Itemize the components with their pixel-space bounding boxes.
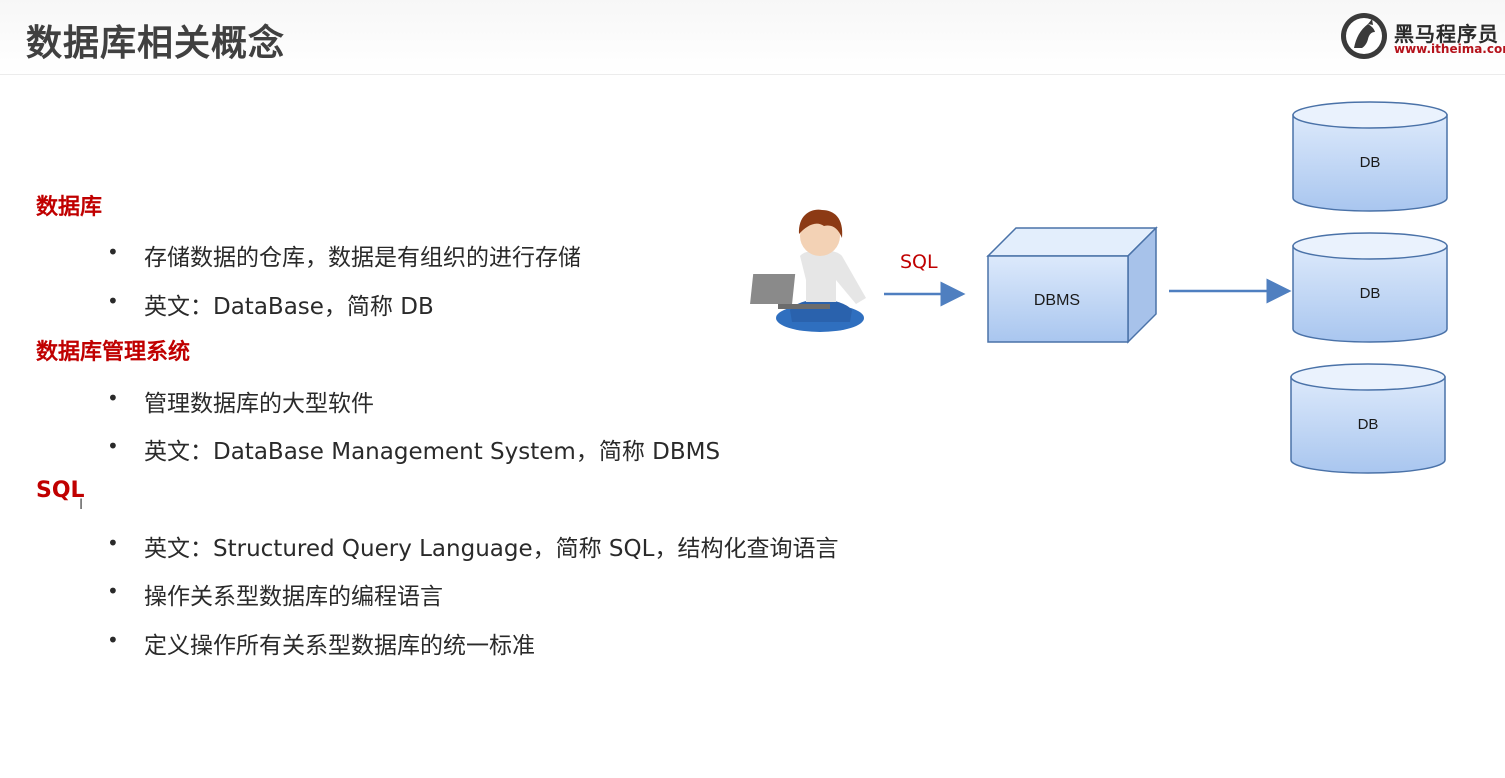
dbms-box <box>986 226 1158 344</box>
bullet-text: 存储数据的仓库，数据是有组织的进行存储 <box>144 245 581 271</box>
bullet-text: 英文：Structured Query Language，简称 SQL，结构化查… <box>144 536 839 562</box>
bullet-text: 操作关系型数据库的编程语言 <box>144 584 443 610</box>
logo-horse-icon <box>1341 13 1387 59</box>
sql-arrow-label: SQL <box>900 251 938 273</box>
bullet-icon: • <box>107 434 119 458</box>
db-cylinder <box>1292 101 1448 212</box>
bullet-text: 定义操作所有关系型数据库的统一标准 <box>144 633 535 659</box>
bullet-icon: • <box>107 289 119 313</box>
bullet-icon: • <box>107 628 119 652</box>
bullet-text: 管理数据库的大型软件 <box>144 391 374 417</box>
text-cursor-icon: I <box>79 497 84 513</box>
bullet-icon: • <box>107 579 119 603</box>
heading-dbms: 数据库管理系统 <box>36 340 191 365</box>
db-cylinder <box>1292 232 1448 343</box>
db-label: DB <box>1360 285 1381 302</box>
page-title: 数据库相关概念 <box>26 23 286 64</box>
slide-header: 数据库相关概念 黑马程序员 www.itheima.com <box>0 0 1505 75</box>
bullet-text: 英文：DataBase Management System，简称 DBMS <box>144 439 721 465</box>
bullet-icon: • <box>107 386 119 410</box>
heading-database: 数据库 <box>36 195 103 220</box>
heading-sql: SQL <box>36 478 85 503</box>
db-label: DB <box>1360 154 1381 171</box>
db-label: DB <box>1358 416 1379 433</box>
bullet-icon: • <box>107 240 119 264</box>
dbms-label: DBMS <box>1034 292 1080 309</box>
db-cylinder <box>1290 363 1446 474</box>
bullet-text: 英文：DataBase，简称 DB <box>144 294 434 320</box>
logo: 黑马程序员 www.itheima.com <box>1338 10 1505 62</box>
bullet-icon: • <box>107 531 119 555</box>
user-with-laptop-icon <box>750 209 866 332</box>
logo-url-text: www.itheima.com <box>1394 42 1505 56</box>
